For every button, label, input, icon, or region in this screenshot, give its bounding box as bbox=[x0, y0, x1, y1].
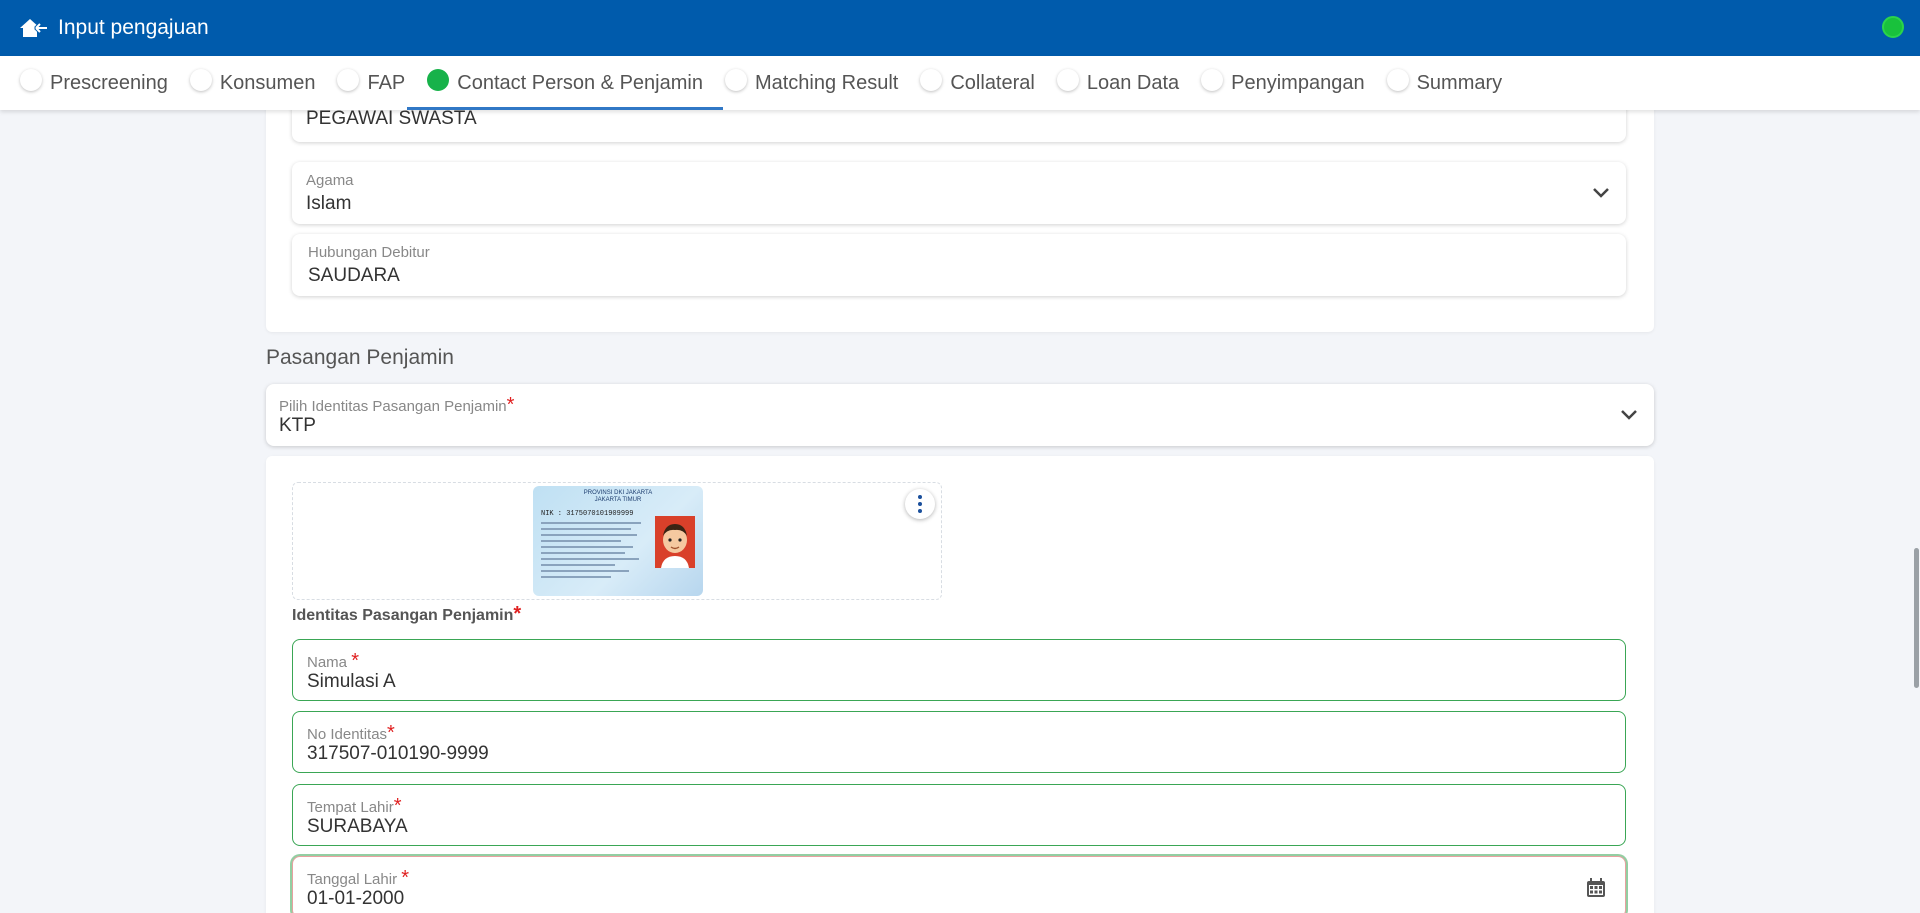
ktp-upload-area[interactable]: PROVINSI DKI JAKARTA JAKARTA TIMUR NIK :… bbox=[292, 482, 942, 600]
tab-summary[interactable]: Summary bbox=[1385, 56, 1523, 110]
tab-fap[interactable]: FAP bbox=[335, 56, 425, 110]
tempat-lahir-label: Tempat Lahir bbox=[307, 799, 394, 816]
tab-label: Konsumen bbox=[219, 71, 316, 94]
hubungan-value: SAUDARA bbox=[308, 265, 400, 286]
agama-value: Islam bbox=[306, 193, 352, 214]
step-dot bbox=[20, 69, 42, 91]
ktp-photo bbox=[655, 516, 695, 568]
tab-penyimpangan[interactable]: Penyimpangan bbox=[1199, 56, 1384, 110]
tab-collateral[interactable]: Collateral bbox=[918, 56, 1054, 110]
step-dot bbox=[1386, 69, 1409, 91]
app-header: Input pengajuan bbox=[0, 0, 1920, 56]
ktp-line bbox=[541, 546, 633, 548]
tab-label: Matching Result bbox=[754, 71, 899, 94]
required-mark: * bbox=[351, 650, 359, 672]
step-dot bbox=[427, 69, 450, 91]
ktp-image[interactable]: PROVINSI DKI JAKARTA JAKARTA TIMUR NIK :… bbox=[533, 486, 703, 596]
agama-select[interactable]: Agama Islam bbox=[292, 162, 1626, 224]
tempat-lahir-field[interactable]: Tempat Lahir* SURABAYA bbox=[292, 784, 1626, 846]
required-mark: * bbox=[401, 867, 410, 889]
chevron-down-icon bbox=[1593, 188, 1609, 198]
tempat-lahir-value: SURABAYA bbox=[307, 816, 408, 837]
ktp-line bbox=[541, 540, 621, 542]
step-dot bbox=[337, 69, 360, 91]
calendar-icon[interactable] bbox=[1585, 877, 1607, 899]
ktp-province: PROVINSI DKI JAKARTA bbox=[583, 490, 653, 496]
nama-label: Nama bbox=[307, 654, 348, 671]
tanggal-lahir-label: Tanggal Lahir bbox=[307, 871, 398, 888]
identitas-label: Identitas Pasangan Penjamin bbox=[292, 607, 514, 624]
hubungan-debitur-field[interactable]: Hubungan Debitur SAUDARA bbox=[292, 234, 1626, 296]
tab-label: Penyimpangan bbox=[1231, 71, 1365, 94]
step-dot bbox=[1201, 69, 1224, 91]
required-mark: * bbox=[506, 394, 515, 416]
step-dot bbox=[189, 69, 212, 91]
tab-label: Loan Data bbox=[1086, 71, 1180, 94]
identitas-select-label: Pilih Identitas Pasangan Penjamin bbox=[279, 398, 507, 415]
tab-matching-result[interactable]: Matching Result bbox=[723, 56, 918, 110]
tab-konsumen[interactable]: Konsumen bbox=[188, 56, 336, 110]
form-content: PEGAWAI SWASTA Agama Islam Hubungan Debi… bbox=[0, 110, 1920, 913]
required-mark: * bbox=[393, 795, 402, 817]
pekerjaan-field[interactable]: PEGAWAI SWASTA bbox=[292, 110, 1626, 142]
penjamin-card: PEGAWAI SWASTA Agama Islam Hubungan Debi… bbox=[266, 110, 1654, 332]
more-options-icon[interactable] bbox=[905, 489, 935, 519]
identitas-select-value: KTP bbox=[279, 415, 316, 436]
ktp-line bbox=[541, 534, 637, 536]
hubungan-label: Hubungan Debitur bbox=[308, 244, 430, 261]
tab-loan-data[interactable]: Loan Data bbox=[1055, 56, 1199, 110]
ktp-line bbox=[541, 528, 631, 530]
required-mark: * bbox=[513, 603, 522, 625]
pekerjaan-value: PEGAWAI SWASTA bbox=[306, 110, 477, 129]
ktp-city: JAKARTA TIMUR bbox=[594, 497, 642, 503]
tab-prescreening[interactable]: Prescreening bbox=[18, 56, 188, 110]
nama-value: Simulasi A bbox=[307, 671, 396, 692]
step-dot bbox=[724, 69, 747, 91]
scrollbar-thumb[interactable] bbox=[1914, 548, 1919, 688]
chevron-down-icon bbox=[1621, 410, 1637, 420]
nama-field[interactable]: Nama * Simulasi A bbox=[292, 639, 1626, 701]
ktp-line bbox=[541, 576, 611, 578]
ktp-line bbox=[541, 570, 629, 572]
status-indicator bbox=[1882, 16, 1904, 38]
tab-contact-person-penjamin[interactable]: Contact Person & Penjamin bbox=[407, 56, 723, 110]
ktp-nik: NIK : 3175070101909999 bbox=[541, 510, 634, 518]
ktp-line bbox=[541, 558, 639, 560]
required-mark: * bbox=[387, 722, 395, 744]
ktp-line bbox=[541, 522, 641, 524]
tab-label: Collateral bbox=[950, 71, 1035, 94]
step-dot bbox=[920, 69, 943, 91]
tab-label: Prescreening bbox=[50, 71, 168, 94]
tanggal-lahir-field[interactable]: Tanggal Lahir * 01-01-2000 bbox=[292, 856, 1626, 913]
no-identitas-value: 317507-010190-9999 bbox=[307, 743, 489, 764]
step-dot bbox=[1056, 69, 1079, 91]
ktp-line bbox=[541, 564, 615, 566]
tab-label: Contact Person & Penjamin bbox=[457, 71, 703, 94]
section-title-pasangan-penjamin: Pasangan Penjamin bbox=[266, 346, 454, 369]
no-identitas-label: No Identitas bbox=[307, 726, 388, 743]
page-title: Input pengajuan bbox=[58, 16, 209, 39]
agama-label: Agama bbox=[306, 172, 354, 189]
tab-label: FAP bbox=[367, 71, 406, 94]
identitas-pasangan-select[interactable]: Pilih Identitas Pasangan Penjamin* KTP bbox=[266, 384, 1654, 446]
ktp-line bbox=[541, 552, 625, 554]
home-back-icon[interactable] bbox=[18, 15, 48, 41]
no-identitas-field[interactable]: No Identitas* 317507-010190-9999 bbox=[292, 711, 1626, 773]
tanggal-lahir-value: 01-01-2000 bbox=[307, 888, 405, 909]
tab-label: Summary bbox=[1416, 71, 1503, 94]
scrollbar[interactable] bbox=[1912, 110, 1920, 913]
stepper-tabs: Prescreening Konsumen FAP Contact Person… bbox=[0, 56, 1920, 110]
